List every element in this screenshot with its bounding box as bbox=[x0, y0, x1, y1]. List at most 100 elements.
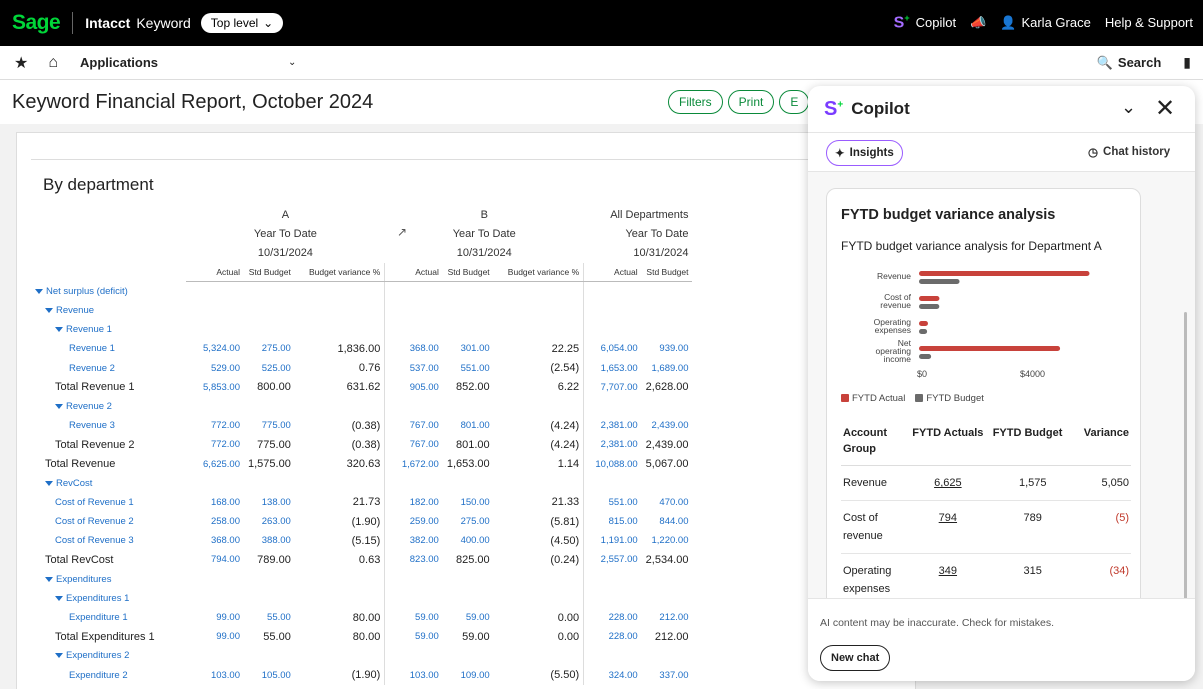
amount-cell[interactable]: 263.00 bbox=[244, 512, 295, 531]
amount-cell[interactable]: 6,625.00 bbox=[186, 454, 244, 473]
amount-cell[interactable]: 324.00 bbox=[583, 665, 642, 685]
amount-cell[interactable]: 823.00 bbox=[384, 550, 443, 570]
amount-cell[interactable]: 537.00 bbox=[384, 358, 443, 378]
amount-cell[interactable]: 1,689.00 bbox=[642, 359, 693, 378]
row-label[interactable]: Expenditures 1 bbox=[27, 589, 186, 608]
caret-down-icon[interactable] bbox=[55, 327, 63, 333]
row-label[interactable]: RevCost bbox=[27, 474, 186, 493]
close-icon[interactable]: ✕ bbox=[1155, 94, 1175, 123]
search-button[interactable]: 🔍 Search bbox=[1097, 55, 1162, 71]
bar-actual[interactable] bbox=[919, 271, 1090, 276]
amount-cell[interactable]: 59.00 bbox=[443, 608, 494, 627]
amount-cell[interactable]: 337.00 bbox=[642, 666, 693, 685]
caret-down-icon[interactable] bbox=[55, 595, 63, 601]
row-label[interactable]: Expenditure 1 bbox=[27, 608, 186, 627]
amount-cell[interactable]: 400.00 bbox=[443, 531, 494, 550]
row-label[interactable]: Cost of Revenue 3 bbox=[27, 531, 186, 550]
new-chat-button[interactable]: New chat bbox=[820, 645, 891, 671]
row-label[interactable]: Revenue 1 bbox=[27, 339, 186, 358]
megaphone-icon[interactable]: 📣 bbox=[970, 15, 986, 31]
filters-button[interactable]: Filters bbox=[668, 90, 723, 114]
amount-cell[interactable]: 99.00 bbox=[186, 627, 244, 646]
bar-budget[interactable] bbox=[919, 329, 928, 334]
scrollbar[interactable] bbox=[1184, 312, 1187, 598]
amount-cell[interactable]: 109.00 bbox=[443, 666, 494, 685]
row-label[interactable]: Revenue 1 bbox=[27, 320, 186, 339]
row-label[interactable]: Cost of Revenue 2 bbox=[27, 512, 186, 531]
bar-actual[interactable] bbox=[919, 321, 928, 326]
amount-cell[interactable]: 529.00 bbox=[186, 359, 244, 378]
bar-actual[interactable] bbox=[919, 346, 1061, 351]
export-button[interactable]: E bbox=[779, 90, 810, 114]
amount-cell[interactable]: 7,707.00 bbox=[583, 377, 642, 397]
help-support-link[interactable]: Help & Support bbox=[1105, 15, 1193, 30]
amount-cell[interactable]: 55.00 bbox=[244, 608, 295, 627]
amount-cell[interactable]: 767.00 bbox=[384, 435, 443, 455]
amount-cell[interactable]: 168.00 bbox=[186, 493, 244, 512]
amount-cell[interactable]: 470.00 bbox=[642, 493, 693, 512]
amount-cell[interactable]: 2,381.00 bbox=[583, 435, 642, 455]
bar-actual[interactable] bbox=[919, 296, 940, 301]
actual-cell[interactable]: 349 bbox=[905, 553, 991, 598]
copilot-content[interactable]: FYTD budget variance analysis FYTD budge… bbox=[808, 172, 1195, 598]
chevron-down-icon[interactable]: ⌄ bbox=[1121, 97, 1136, 118]
amount-cell[interactable]: 905.00 bbox=[384, 377, 443, 397]
amount-cell[interactable]: 1,672.00 bbox=[384, 454, 443, 474]
amount-cell[interactable]: 525.00 bbox=[244, 359, 295, 378]
row-label[interactable]: Revenue bbox=[27, 301, 186, 320]
amount-cell[interactable]: 212.00 bbox=[642, 608, 693, 627]
amount-cell[interactable]: 382.00 bbox=[384, 531, 443, 551]
amount-cell[interactable]: 1,653.00 bbox=[583, 358, 642, 378]
amount-cell[interactable]: 138.00 bbox=[244, 493, 295, 512]
amount-cell[interactable]: 1,191.00 bbox=[583, 531, 642, 551]
amount-cell[interactable]: 103.00 bbox=[186, 666, 244, 685]
amount-cell[interactable]: 99.00 bbox=[186, 608, 244, 627]
amount-cell[interactable]: 6,054.00 bbox=[583, 339, 642, 359]
amount-cell[interactable]: 5,853.00 bbox=[186, 378, 244, 397]
amount-cell[interactable]: 275.00 bbox=[244, 339, 295, 358]
print-button[interactable]: Print bbox=[727, 90, 775, 114]
copilot-launch[interactable]: S+ Copilot bbox=[894, 13, 956, 32]
user-menu[interactable]: 👤 Karla Grace bbox=[1000, 15, 1091, 31]
caret-down-icon[interactable] bbox=[45, 308, 53, 314]
amount-cell[interactable]: 844.00 bbox=[642, 512, 693, 531]
sage-logo[interactable]: Sage bbox=[12, 11, 61, 35]
actual-cell[interactable]: 794 bbox=[905, 500, 991, 554]
amount-cell[interactable]: 5,324.00 bbox=[186, 339, 244, 358]
home-icon[interactable]: ⌂ bbox=[48, 54, 58, 72]
amount-cell[interactable]: 150.00 bbox=[443, 493, 494, 512]
amount-cell[interactable]: 767.00 bbox=[384, 416, 443, 436]
bookmark-icon[interactable]: ▮ bbox=[1183, 54, 1191, 71]
level-selector[interactable]: Top level ⌄ bbox=[200, 13, 284, 33]
caret-down-icon[interactable] bbox=[45, 576, 53, 582]
amount-cell[interactable]: 10,088.00 bbox=[583, 454, 642, 474]
chat-history-button[interactable]: ◷ Chat history bbox=[1088, 145, 1170, 159]
amount-cell[interactable]: 551.00 bbox=[583, 492, 642, 512]
amount-cell[interactable]: 228.00 bbox=[583, 607, 642, 628]
caret-down-icon[interactable] bbox=[55, 403, 63, 409]
amount-cell[interactable]: 939.00 bbox=[642, 339, 693, 358]
amount-cell[interactable]: 259.00 bbox=[384, 512, 443, 532]
caret-down-icon[interactable] bbox=[45, 480, 53, 486]
amount-cell[interactable]: 258.00 bbox=[186, 512, 244, 531]
row-label[interactable]: Net surplus (deficit) bbox=[27, 282, 186, 301]
row-label[interactable]: Expenditures bbox=[27, 570, 186, 589]
amount-cell[interactable]: 105.00 bbox=[244, 666, 295, 685]
amount-cell[interactable]: 551.00 bbox=[443, 359, 494, 378]
star-icon[interactable]: ★ bbox=[14, 53, 28, 73]
row-label[interactable]: Revenue 2 bbox=[27, 397, 186, 416]
amount-cell[interactable]: 794.00 bbox=[186, 550, 244, 569]
row-label[interactable]: Expenditure 2 bbox=[27, 666, 186, 685]
caret-down-icon[interactable] bbox=[55, 653, 63, 659]
amount-cell[interactable]: 368.00 bbox=[384, 339, 443, 359]
amount-cell[interactable]: 228.00 bbox=[583, 627, 642, 647]
amount-cell[interactable]: 59.00 bbox=[384, 607, 443, 628]
bar-budget[interactable] bbox=[919, 279, 960, 284]
amount-cell[interactable]: 59.00 bbox=[384, 627, 443, 647]
insights-button[interactable]: ✦ Insights bbox=[826, 140, 903, 166]
row-label[interactable]: Cost of Revenue 1 bbox=[27, 493, 186, 512]
bar-budget[interactable] bbox=[919, 304, 940, 309]
amount-cell[interactable]: 182.00 bbox=[384, 492, 443, 512]
amount-cell[interactable]: 815.00 bbox=[583, 512, 642, 532]
row-label[interactable]: Revenue 3 bbox=[27, 416, 186, 435]
